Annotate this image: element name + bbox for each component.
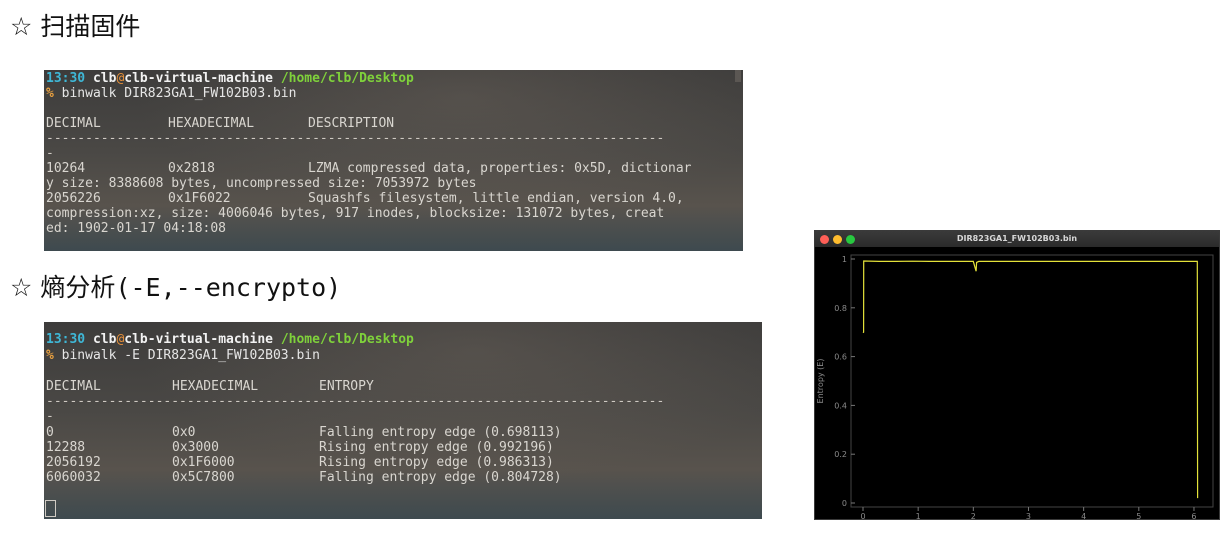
- section-title: 扫描固件: [40, 12, 141, 41]
- row-hex: 0x0: [172, 425, 196, 440]
- y-tick-label: 0.2: [834, 450, 847, 459]
- row-description: Squashfs filesystem, little endian, vers…: [308, 191, 684, 206]
- row-hex: 0x5C7800: [172, 470, 235, 485]
- x-tick-label: 4: [1081, 512, 1086, 519]
- row-entropy: Falling entropy edge (0.698113): [319, 425, 562, 440]
- y-tick-label: 0.6: [834, 353, 847, 362]
- y-axis-label: Entropy (E): [816, 359, 825, 404]
- entropy-chart: 00.20.40.60.810123456Offset (MB)Entropy …: [816, 254, 1214, 519]
- prompt-symbol: %: [46, 348, 54, 363]
- column-header-decimal: DECIMAL: [46, 116, 101, 131]
- y-tick-label: 0.4: [834, 401, 847, 410]
- x-tick-label: 1: [916, 512, 921, 519]
- row-entropy: Falling entropy edge (0.804728): [319, 470, 562, 485]
- prompt-line: 13:30 clb@clb-virtual-machine /home/clb/…: [46, 71, 414, 86]
- separator-line: ----------------------------------------…: [46, 131, 665, 146]
- row-hex: 0x1F6022: [168, 191, 231, 206]
- terminal-binwalk-scan[interactable]: 13:30 clb@clb-virtual-machine /home/clb/…: [44, 70, 743, 251]
- row-wrap: y size: 8388608 bytes, uncompressed size…: [46, 176, 477, 191]
- entropy-plot-window[interactable]: DIR823GA1_FW102B03.bin 0 0.2 0.4 0.6 0.8 1 0 1 2…: [814, 230, 1220, 520]
- star-icon: ☆: [10, 12, 33, 41]
- separator-tail: -: [46, 409, 54, 424]
- scrollbar[interactable]: [735, 70, 741, 82]
- section-title: 熵分析: [40, 273, 116, 302]
- row-wrap: ed: 1902-01-17 04:18:08: [46, 221, 227, 236]
- prompt-line: 13:30 clb@clb-virtual-machine /home/clb/…: [46, 332, 414, 347]
- command-line: % binwalk -E DIR823GA1_FW102B03.bin: [46, 348, 320, 363]
- row-wrap: compression:xz, size: 4006046 bytes, 917…: [46, 206, 665, 221]
- row-hex: 0x3000: [172, 440, 219, 455]
- row-hex: 0x1F6000: [172, 455, 235, 470]
- section-option: (-E,--encrypto): [115, 273, 342, 302]
- row-entropy: Rising entropy edge (0.992196): [319, 440, 554, 455]
- prompt-user: clb: [92, 332, 117, 347]
- x-tick-label: 2: [971, 512, 976, 519]
- separator-tail: -: [46, 146, 54, 161]
- row-hex: 0x2818: [168, 161, 215, 176]
- row-entropy: Rising entropy edge (0.986313): [319, 455, 554, 470]
- command-text: binwalk -E DIR823GA1_FW102B03.bin: [61, 348, 320, 363]
- y-tick-label: 1: [842, 255, 847, 264]
- prompt-host: clb-virtual-machine: [124, 332, 273, 347]
- x-tick-label: 6: [1191, 512, 1196, 519]
- column-header-decimal: DECIMAL: [46, 379, 101, 394]
- plot-frame: [850, 254, 1214, 508]
- prompt-time: 13:30: [46, 71, 86, 86]
- section-heading-scan-firmware: ☆ 扫描固件: [10, 12, 140, 42]
- x-tick-label: 5: [1136, 512, 1141, 519]
- y-tick-label: 0.8: [834, 304, 847, 313]
- terminal-cursor: [45, 500, 56, 517]
- star-icon: ☆: [10, 273, 33, 302]
- column-header-description: DESCRIPTION: [308, 116, 395, 131]
- y-tick-label: 0: [842, 499, 847, 508]
- column-header-hexadecimal: HEXADECIMAL: [168, 116, 255, 131]
- window-titlebar[interactable]: DIR823GA1_FW102B03.bin: [815, 231, 1219, 247]
- row-decimal: 6060032: [46, 470, 101, 485]
- section-heading-entropy-analysis: ☆ 熵分析(-E,--encrypto): [10, 273, 341, 303]
- prompt-time: 13:30: [46, 332, 86, 347]
- prompt-symbol: %: [46, 86, 54, 101]
- entropy-line: [862, 260, 1199, 499]
- row-decimal: 0: [46, 425, 54, 440]
- terminal-binwalk-entropy[interactable]: 13:30 clb@clb-virtual-machine /home/clb/…: [44, 322, 762, 519]
- x-tick-label: 0: [860, 512, 865, 519]
- prompt-path: /home/clb/Desktop: [280, 71, 414, 86]
- row-decimal: 2056192: [46, 455, 101, 470]
- prompt-host: clb-virtual-machine: [124, 71, 273, 86]
- row-description: LZMA compressed data, properties: 0x5D, …: [308, 161, 692, 176]
- column-header-hexadecimal: HEXADECIMAL: [172, 379, 259, 394]
- prompt-path: /home/clb/Desktop: [280, 332, 414, 347]
- command-text: binwalk DIR823GA1_FW102B03.bin: [61, 86, 297, 101]
- row-decimal: 12288: [46, 440, 86, 455]
- separator-line: ----------------------------------------…: [46, 394, 665, 409]
- prompt-user: clb: [92, 71, 117, 86]
- row-decimal: 2056226: [46, 191, 101, 206]
- x-tick-label: 3: [1026, 512, 1031, 519]
- command-line: % binwalk DIR823GA1_FW102B03.bin: [46, 86, 296, 101]
- column-header-entropy: ENTROPY: [319, 379, 374, 394]
- row-decimal: 10264: [46, 161, 86, 176]
- window-title: DIR823GA1_FW102B03.bin: [956, 234, 1078, 243]
